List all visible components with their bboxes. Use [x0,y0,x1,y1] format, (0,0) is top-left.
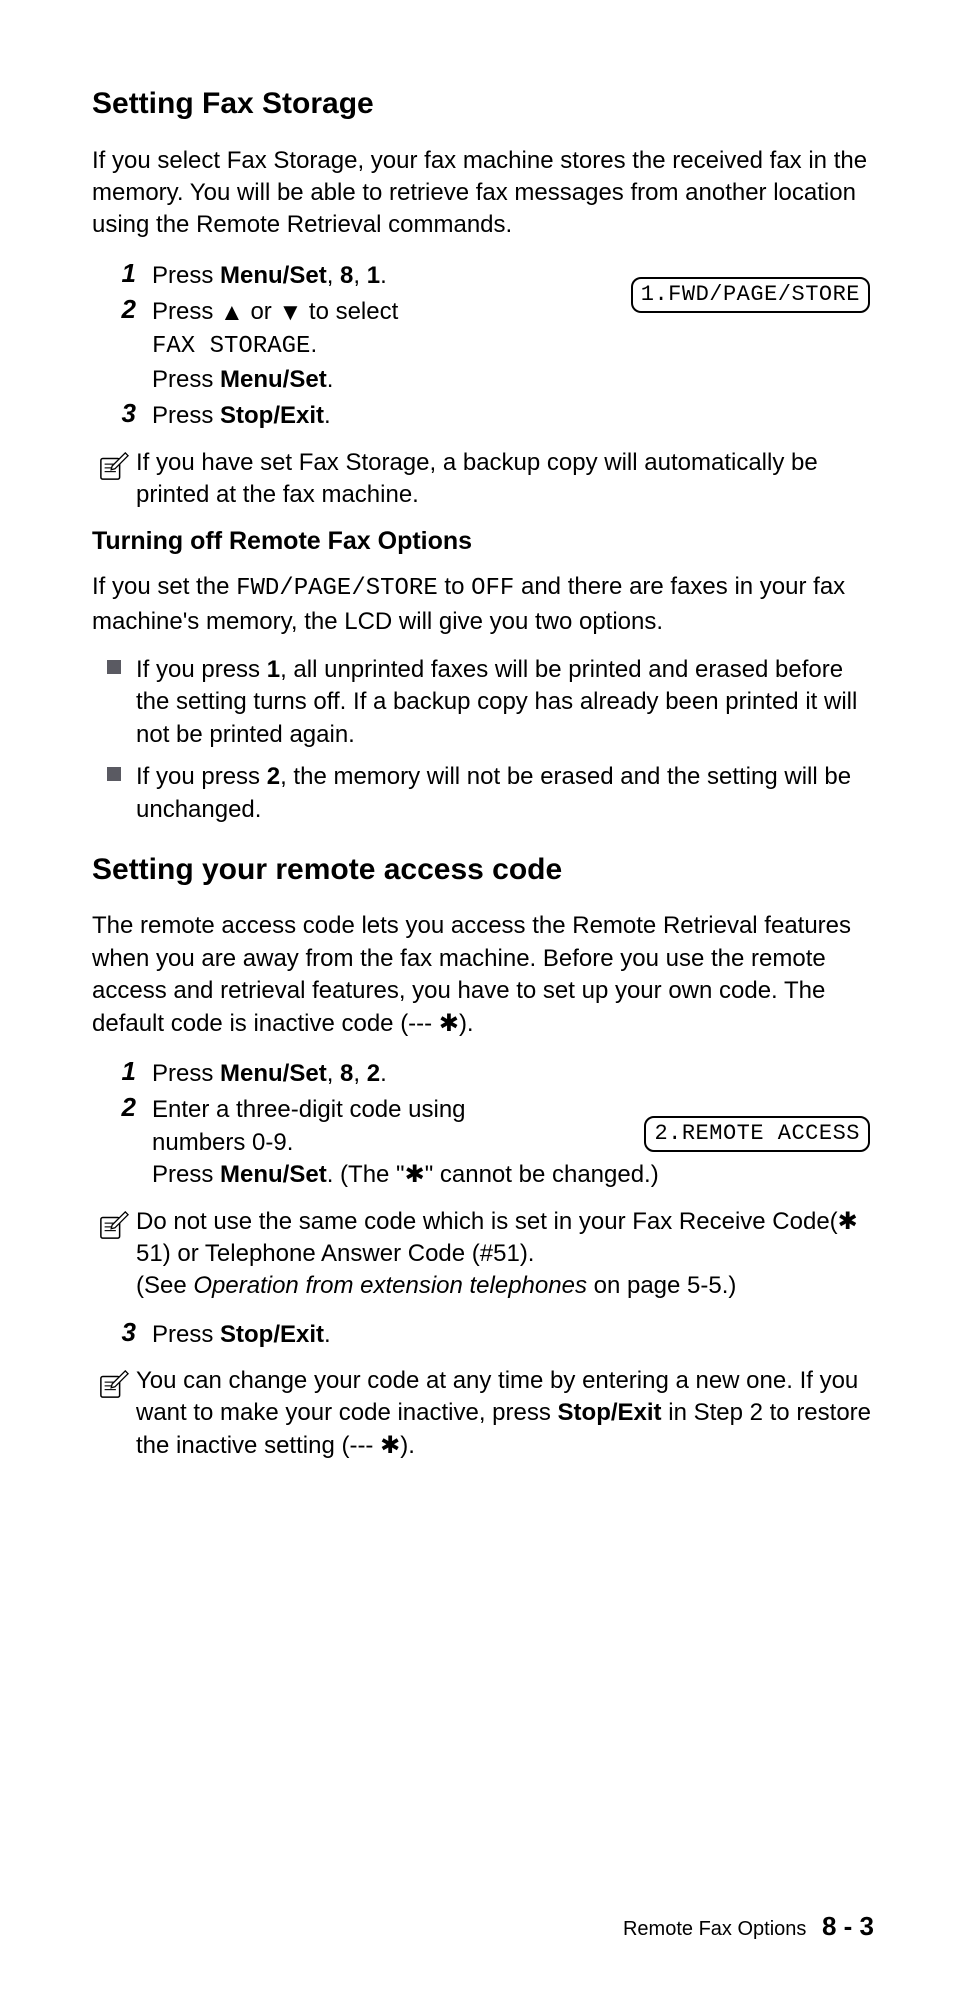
document-page: Setting Fax Storage If you select Fax St… [0,0,954,2006]
note-icon [92,447,136,481]
step-text: Press Stop/Exit. [152,398,874,432]
lcd-display-1: 1.FWD/PAGE/STORE [631,277,870,313]
star-icon: ✱ [439,1010,459,1037]
bullet-item: If you press 2, the memory will not be e… [92,761,874,826]
step-number: 2 [92,1092,152,1123]
step-3: 3 Press Stop/Exit. [92,398,874,432]
note-icon [92,1365,136,1399]
step-number: 3 [92,398,152,429]
bullet-text: If you press 1, all unprinted faxes will… [136,654,874,751]
heading-setting-remote-access: Setting your remote access code [92,850,874,891]
page-number: 8 - 3 [822,1911,874,1941]
step-number: 2 [92,294,152,325]
step-text: Press Stop/Exit. [152,1317,874,1351]
step-text: Press Menu/Set, 8, 2. [152,1056,874,1090]
note-text: If you have set Fax Storage, a backup co… [136,447,874,512]
footer-label: Remote Fax Options [623,1918,806,1940]
step-number: 1 [92,1056,152,1087]
bullet-square-icon [92,761,136,781]
bullet-text: If you press 2, the memory will not be e… [136,761,874,826]
star-icon: ✱ [405,1161,425,1188]
note-icon [92,1206,136,1240]
paragraph: If you set the FWD/PAGE/STORE to OFF and… [92,571,874,638]
step-number: 3 [92,1317,152,1348]
note: If you have set Fax Storage, a backup co… [92,447,874,512]
step-list: 3 Press Stop/Exit. [92,1317,874,1351]
note-text: Do not use the same code which is set in… [136,1206,874,1303]
heading-setting-fax-storage: Setting Fax Storage [92,84,874,125]
bullet-list: If you press 1, all unprinted faxes will… [92,654,874,826]
down-arrow-icon: ▼ [278,297,302,329]
bullet-item: If you press 1, all unprinted faxes will… [92,654,874,751]
note: Do not use the same code which is set in… [92,1206,874,1303]
step-3: 3 Press Stop/Exit. [92,1317,874,1351]
step-number: 1 [92,258,152,289]
up-arrow-icon: ▲ [220,297,244,329]
heading-turning-off-remote: Turning off Remote Fax Options [92,525,874,559]
paragraph: The remote access code lets you access t… [92,910,874,1040]
star-icon: ✱ [838,1208,858,1235]
paragraph: If you select Fax Storage, your fax mach… [92,145,874,242]
note-text: You can change your code at any time by … [136,1365,874,1462]
step-1: 1 Press Menu/Set, 8, 2. [92,1056,874,1090]
note: You can change your code at any time by … [92,1365,874,1462]
star-icon: ✱ [380,1432,400,1459]
lcd-display-2: 2.REMOTE ACCESS [644,1116,870,1152]
page-footer: Remote Fax Options 8 - 3 [623,1909,874,1944]
bullet-square-icon [92,654,136,674]
